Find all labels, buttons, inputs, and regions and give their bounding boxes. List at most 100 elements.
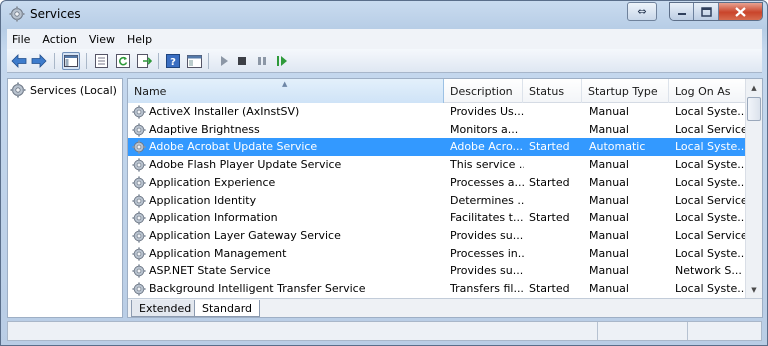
cell-log-on-as: Local Syste... <box>675 175 745 189</box>
export-list-button[interactable] <box>135 52 153 70</box>
menu-file[interactable]: File <box>7 33 36 46</box>
menu-action[interactable]: Action <box>36 33 82 46</box>
menu-help[interactable]: Help <box>121 33 158 46</box>
toolbar-separator <box>86 53 87 69</box>
table-row[interactable]: Application Management Processes in... Man… <box>128 245 745 263</box>
tree-item-services-local[interactable]: Services (Local) <box>10 81 117 99</box>
cell-log-on-as: Local Syste... <box>675 282 745 295</box>
cell-name: Application Identity <box>149 193 257 207</box>
cell-description: This service ... <box>450 158 524 172</box>
column-header-name[interactable]: Name ▲ <box>128 79 444 103</box>
table-row[interactable]: ActiveX Installer (AxInstSV) Provides Us.… <box>128 103 745 121</box>
close-icon <box>735 6 746 17</box>
pause-service-icon <box>258 57 266 65</box>
switch-window-button[interactable]: ⇔ <box>627 2 657 21</box>
properties-button[interactable] <box>92 52 110 70</box>
column-header-label: Name <box>134 85 167 98</box>
properties-icon <box>94 54 108 68</box>
start-service-button[interactable] <box>215 52 233 70</box>
console-button[interactable] <box>185 52 203 70</box>
cell-startup-type: Manual <box>589 175 629 189</box>
back-arrow-icon <box>11 54 27 68</box>
maximize-icon <box>700 6 712 17</box>
column-header-label: Log On As <box>675 85 731 98</box>
table-row[interactable]: Adobe Acrobat Update Service Adobe Acro..… <box>128 138 745 157</box>
minimize-button[interactable] <box>670 3 695 20</box>
cell-description: Processes in... <box>450 246 524 260</box>
table-row[interactable]: Application Identity Determines ... Manual… <box>128 192 745 210</box>
cell-log-on-as: Local Service <box>675 122 745 136</box>
refresh-button[interactable] <box>114 52 132 70</box>
scrollbar-thumb[interactable] <box>747 97 761 121</box>
tab-extended[interactable]: Extended <box>131 300 200 317</box>
scroll-down-button[interactable]: ▼ <box>746 281 762 298</box>
back-button[interactable] <box>10 52 28 70</box>
start-service-icon <box>221 56 228 66</box>
cell-description: Provides su... <box>450 264 524 278</box>
table-row[interactable]: Adobe Flash Player Update Service This se… <box>128 156 745 174</box>
cell-status: Started <box>529 175 570 189</box>
cell-name: Adobe Acrobat Update Service <box>149 140 318 154</box>
cell-log-on-as: Local Service <box>675 228 745 242</box>
resume-service-button[interactable] <box>273 52 291 70</box>
cell-name: Application Management <box>149 246 287 260</box>
column-header-log-on-as[interactable]: Log On As <box>669 79 745 103</box>
services-gear-icon <box>9 6 25 22</box>
help-button[interactable]: ? <box>164 52 182 70</box>
service-gear-icon <box>132 282 146 296</box>
cell-description: Processes a... <box>450 175 524 189</box>
column-header-label: Status <box>529 85 565 98</box>
column-header-row: Name ▲ Description Status Startup Type L… <box>128 79 745 103</box>
service-gear-icon <box>132 229 146 243</box>
console-icon <box>186 54 202 68</box>
caption-buttons <box>669 2 763 21</box>
double-arrow-icon: ⇔ <box>637 5 647 18</box>
refresh-icon <box>116 54 130 68</box>
maximize-button[interactable] <box>694 3 719 20</box>
vertical-scrollbar[interactable]: ▲ ▼ <box>745 79 762 298</box>
close-button[interactable] <box>718 3 762 20</box>
cell-status <box>529 262 583 280</box>
menu-view[interactable]: View <box>83 33 121 46</box>
table-row[interactable]: Background Intelligent Transfer Service T… <box>128 280 745 298</box>
service-gear-icon <box>132 211 146 225</box>
cell-description: Adobe Acro... <box>450 140 523 154</box>
scroll-up-button[interactable]: ▲ <box>746 79 762 96</box>
tree-pane: Services (Local) <box>7 78 123 318</box>
cell-name: ASP.NET State Service <box>149 264 271 278</box>
column-header-label: Description <box>450 85 513 98</box>
column-header-description[interactable]: Description <box>444 79 523 103</box>
services-gear-icon <box>10 82 26 98</box>
title-bar[interactable]: Services ⇔ <box>1 1 767 28</box>
menu-bar: File Action View Help <box>7 29 762 49</box>
table-row[interactable]: Adaptive Brightness Monitors a... Manual Lo… <box>128 121 745 139</box>
cell-log-on-as: Local Syste... <box>675 211 745 225</box>
cell-description: Facilitates t... <box>450 211 524 225</box>
view-tabs: Extended Standard <box>128 298 762 317</box>
column-header-status[interactable]: Status <box>523 79 582 103</box>
pause-service-button[interactable] <box>253 52 271 70</box>
show-hide-tree-icon <box>64 55 78 67</box>
column-header-startup-type[interactable]: Startup Type <box>582 79 669 103</box>
tab-standard[interactable]: Standard <box>194 300 261 317</box>
cell-description: Monitors a... <box>450 122 519 136</box>
cell-name: Application Experience <box>149 175 276 189</box>
table-row[interactable]: Application Experience Processes a... Star… <box>128 174 745 192</box>
cell-name: Application Information <box>149 211 278 225</box>
cell-startup-type: Manual <box>589 158 629 172</box>
table-row[interactable]: Application Layer Gateway Service Provide… <box>128 227 745 245</box>
cell-description: Provides Us... <box>450 105 524 118</box>
cell-status <box>529 156 583 174</box>
service-gear-icon <box>132 105 146 119</box>
cell-status <box>529 245 583 263</box>
stop-service-button[interactable] <box>233 52 251 70</box>
table-row[interactable]: Application Information Facilitates t... S… <box>128 209 745 227</box>
cell-status <box>529 227 583 245</box>
table-row[interactable]: ASP.NET State Service Provides su... Manua… <box>128 262 745 280</box>
cell-startup-type: Manual <box>589 246 629 260</box>
service-gear-icon <box>132 264 146 278</box>
cell-status <box>529 192 583 210</box>
cell-name: Adaptive Brightness <box>149 122 260 136</box>
show-hide-tree-button[interactable] <box>62 52 80 70</box>
forward-button[interactable] <box>30 52 48 70</box>
